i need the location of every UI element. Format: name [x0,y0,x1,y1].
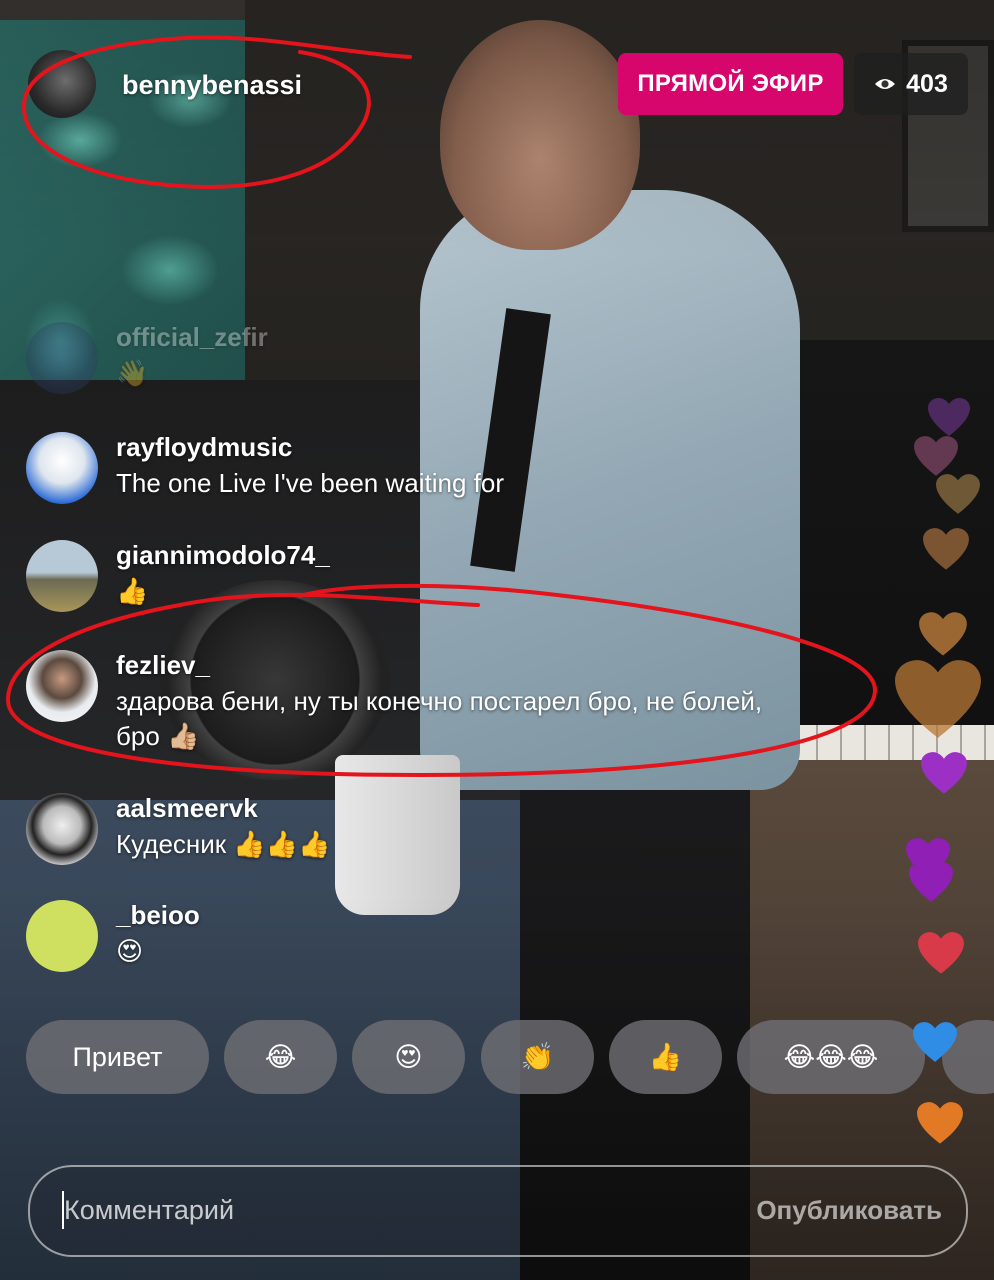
eye-icon [875,79,896,89]
commenter-avatar[interactable] [26,650,98,722]
floating-heart-icon [913,1022,957,1062]
quick-reply-privet[interactable]: Привет [26,1020,209,1094]
floating-heart-icon [918,932,964,974]
viewer-count-badge[interactable]: 403 [854,53,968,115]
commenter-avatar[interactable] [26,900,98,972]
host-avatar[interactable] [28,50,96,118]
commenter-avatar[interactable] [26,793,98,865]
commenter-avatar[interactable] [26,322,98,394]
commenter-username[interactable]: giannimodolo74_ [116,540,330,571]
floating-heart-icon [895,660,981,738]
commenter-username[interactable]: fezliev_ [116,650,210,681]
quick-reaction-laugh[interactable]: 😂 [224,1020,337,1094]
publish-button[interactable]: Опубликовать [756,1195,942,1226]
comment-text: Кудесник 👍👍👍 [116,829,331,859]
floating-heart-icon [909,862,953,902]
floating-heart-icon [928,398,970,436]
quick-reaction-thumbs-up[interactable]: 👍 [609,1020,722,1094]
commenter-avatar[interactable] [26,540,98,612]
commenter-avatar[interactable] [26,432,98,504]
commenter-username[interactable]: _beioo [116,900,200,931]
comment-placeholder: Комментарий [64,1195,235,1225]
floating-heart-icon [936,474,980,514]
commenter-username[interactable]: rayfloydmusic [116,432,292,463]
viewer-count: 403 [906,69,948,98]
floating-heart-icon [919,612,967,656]
host-username[interactable]: bennybenassi [122,70,302,101]
quick-reaction-clap[interactable]: 👏 [481,1020,594,1094]
comment-text: 👍 [116,576,149,606]
commenter-username[interactable]: official_zefir [116,322,268,353]
quick-reaction-heart-eyes[interactable]: 😍 [352,1020,465,1094]
comment-text: здарова бени, ну ты конечно постарел бро… [116,686,763,751]
comment-text: 😍 [116,936,144,966]
floating-heart-icon [921,752,967,794]
floating-heart-icon [917,1102,963,1144]
quick-reaction-triple-laugh[interactable]: 😂😂😂 [737,1020,925,1094]
live-badge: ПРЯМОЙ ЭФИР [618,53,843,115]
comment-text: 👋 [116,358,149,388]
floating-heart-icon [923,528,969,570]
floating-heart-icon [914,436,958,476]
comment-input[interactable]: Комментарий Опубликовать [28,1165,968,1257]
comment-text: The one Live I've been waiting for [116,468,504,498]
commenter-username[interactable]: aalsmeervk [116,793,258,824]
